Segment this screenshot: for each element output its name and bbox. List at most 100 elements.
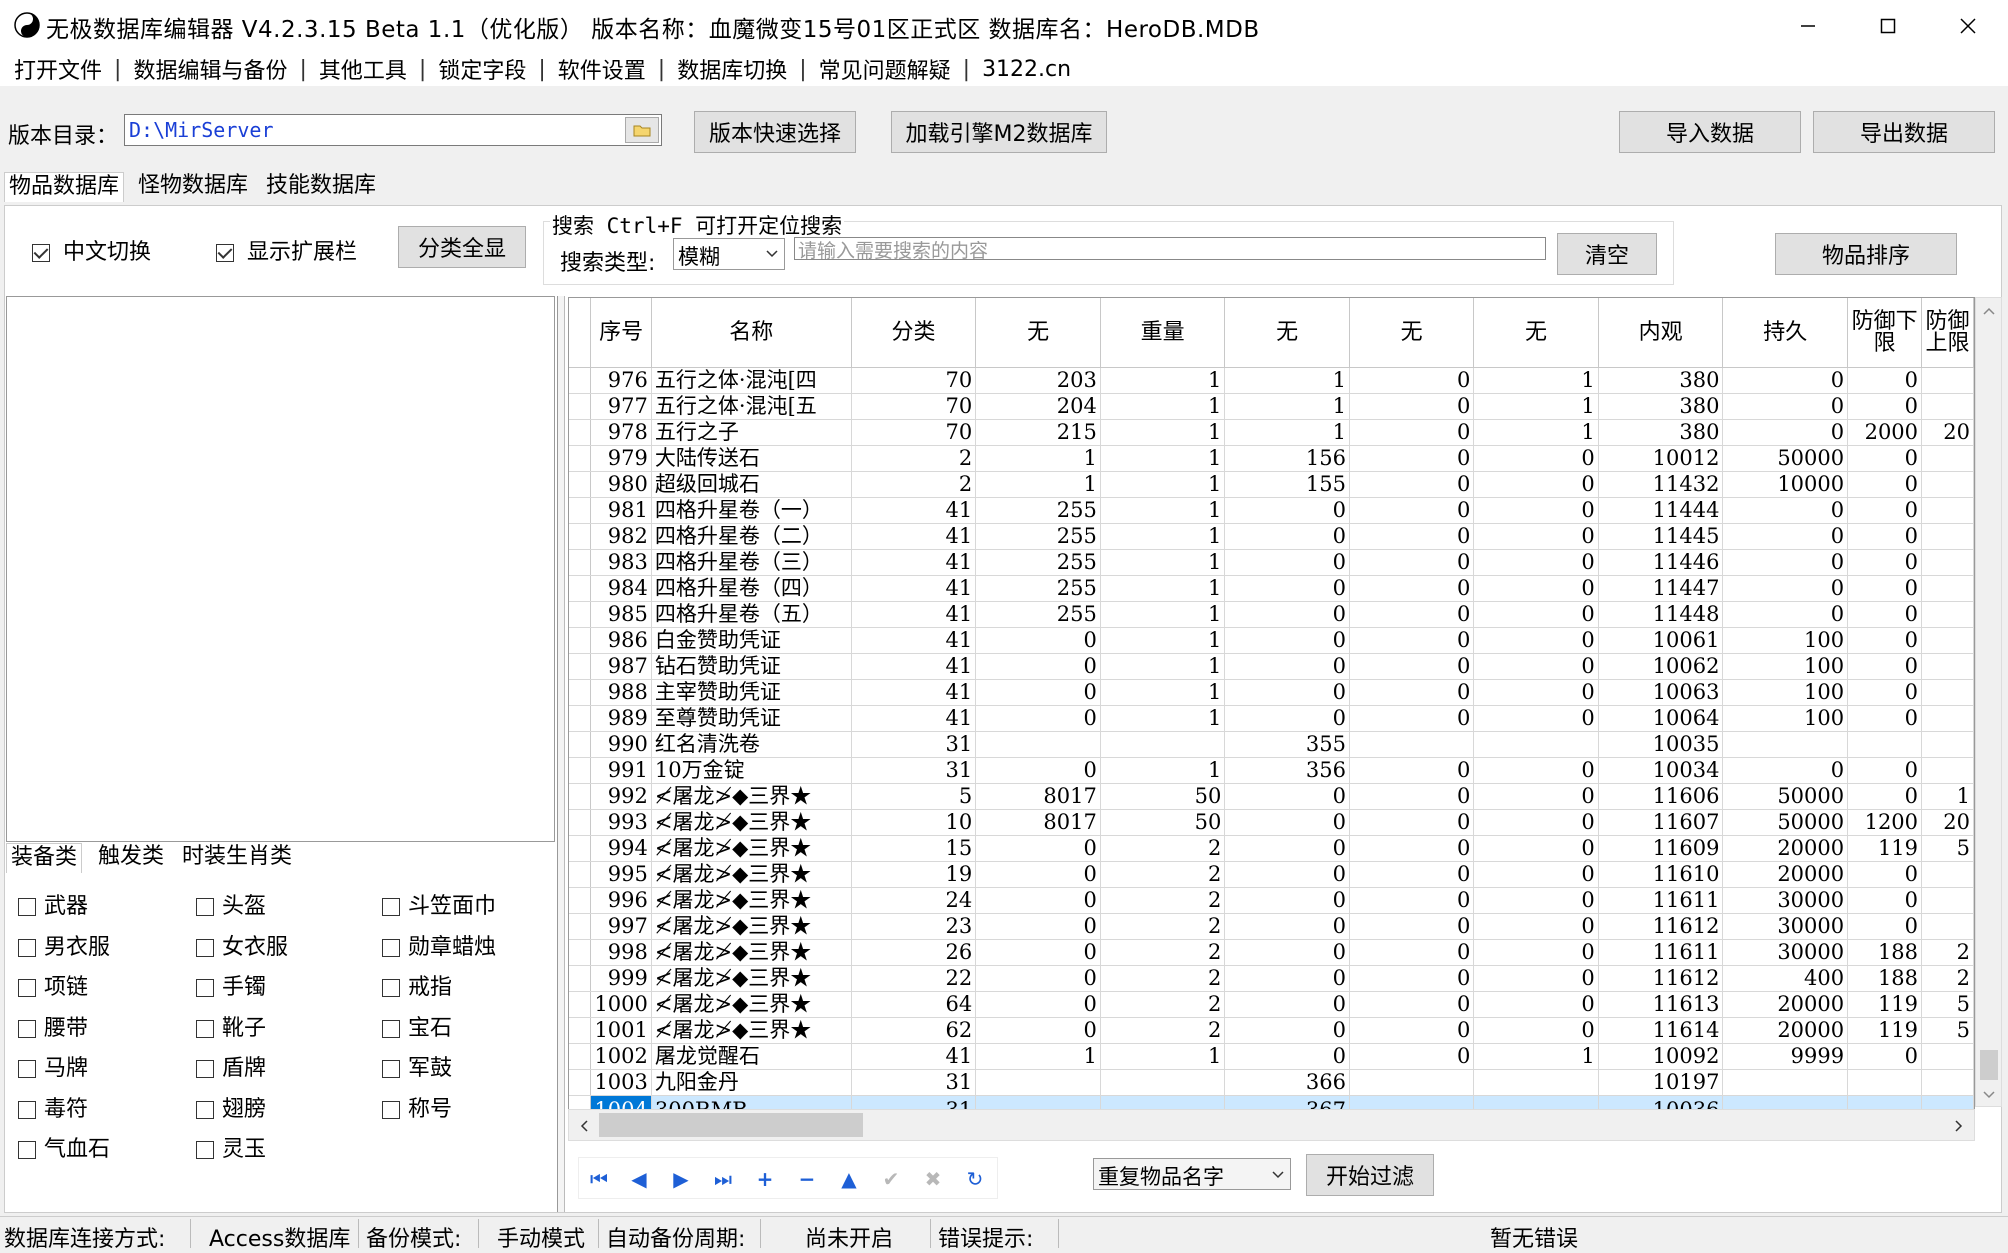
- table-cell[interactable]: 204: [975, 393, 1101, 420]
- table-cell[interactable]: 0: [975, 887, 1101, 914]
- table-cell[interactable]: 100: [1722, 705, 1849, 732]
- table-cell[interactable]: 356: [1224, 757, 1350, 784]
- cell-id[interactable]: 989: [590, 705, 652, 732]
- column-header[interactable]: 序号: [590, 298, 652, 368]
- table-cell[interactable]: 2: [1100, 965, 1226, 992]
- table-cell[interactable]: 0: [1722, 393, 1849, 420]
- table-row[interactable]: 1000 ≮屠龙≯◆三界★ 64 0 2 0 0 0 11613 20000 119 5: [569, 991, 1974, 1018]
- table-cell[interactable]: 50: [1100, 783, 1226, 810]
- cell-name[interactable]: 主宰赞助凭证: [651, 679, 852, 706]
- chinese-toggle[interactable]: 中文切换: [32, 234, 151, 266]
- table-cell[interactable]: 41: [851, 653, 977, 680]
- column-header[interactable]: 分类: [851, 298, 977, 368]
- table-cell[interactable]: 10000: [1722, 471, 1849, 498]
- category-checkbox-item[interactable]: 武器: [18, 888, 88, 920]
- row-indicator[interactable]: [569, 731, 592, 758]
- table-cell[interactable]: 0: [1847, 1043, 1923, 1070]
- table-cell[interactable]: 41: [851, 601, 977, 628]
- table-cell[interactable]: 0: [1473, 887, 1599, 914]
- category-checkbox[interactable]: [382, 938, 400, 957]
- category-checkbox-item[interactable]: 翅膀: [196, 1091, 266, 1123]
- table-cell[interactable]: [1847, 731, 1923, 758]
- row-indicator[interactable]: [569, 757, 592, 784]
- cell-name[interactable]: 五行之体·混沌[四: [651, 367, 852, 394]
- table-cell[interactable]: 0: [1847, 887, 1923, 914]
- tab-monster-db[interactable]: 怪物数据库: [134, 172, 252, 202]
- table-cell[interactable]: 41: [851, 523, 977, 550]
- table-cell[interactable]: 41: [851, 575, 977, 602]
- cell-id[interactable]: 985: [590, 601, 652, 628]
- category-checkbox[interactable]: [382, 1060, 400, 1078]
- table-cell[interactable]: 70: [851, 393, 977, 420]
- cell-name[interactable]: ≮屠龙≯◆三界★: [651, 913, 852, 940]
- cell-id[interactable]: 976: [590, 367, 652, 394]
- table-cell[interactable]: 1: [1100, 549, 1226, 576]
- table-cell[interactable]: [1921, 679, 1974, 706]
- cell-id[interactable]: 994: [590, 835, 652, 862]
- column-header[interactable]: 防御上限: [1921, 298, 1974, 368]
- category-checkbox-item[interactable]: 称号: [382, 1091, 452, 1123]
- table-row[interactable]: 976 五行之体·混沌[四 70 203 1 1 0 1 380 0 0: [569, 367, 1974, 394]
- table-cell[interactable]: [1921, 913, 1974, 940]
- row-indicator[interactable]: [569, 965, 592, 992]
- table-cell[interactable]: 0: [1847, 471, 1923, 498]
- table-cell[interactable]: [975, 1069, 1101, 1096]
- chinese-toggle-checkbox[interactable]: [32, 244, 50, 262]
- table-cell[interactable]: 0: [1722, 601, 1849, 628]
- table-cell[interactable]: 0: [1473, 601, 1599, 628]
- row-indicator[interactable]: [569, 1017, 592, 1044]
- table-cell[interactable]: 0: [1349, 419, 1475, 446]
- table-cell[interactable]: 11611: [1598, 939, 1724, 966]
- row-indicator[interactable]: [569, 419, 592, 446]
- table-cell[interactable]: 0: [1847, 393, 1923, 420]
- table-cell[interactable]: 0: [1473, 705, 1599, 732]
- edit-record-icon[interactable]: ▲: [831, 1161, 867, 1197]
- table-cell[interactable]: 2: [1100, 861, 1226, 888]
- cell-name[interactable]: 10万金锭: [651, 757, 852, 784]
- cell-id[interactable]: 982: [590, 523, 652, 550]
- row-indicator[interactable]: [569, 653, 592, 680]
- tab-fashion-zodiac[interactable]: 时装生肖类: [178, 843, 296, 873]
- cell-name[interactable]: ≮屠龙≯◆三界★: [651, 809, 852, 836]
- table-cell[interactable]: 119: [1847, 991, 1923, 1018]
- table-cell[interactable]: 2: [1100, 887, 1226, 914]
- table-cell[interactable]: 400: [1722, 965, 1849, 992]
- table-cell[interactable]: 20000: [1722, 835, 1849, 862]
- table-row[interactable]: 984 四格升星卷（四） 41 255 1 0 0 0 11447 0 0: [569, 575, 1974, 602]
- cell-name[interactable]: 九阳金丹: [651, 1069, 852, 1096]
- table-cell[interactable]: 0: [975, 861, 1101, 888]
- table-cell[interactable]: 1: [1473, 367, 1599, 394]
- row-indicator[interactable]: [569, 1043, 592, 1070]
- table-cell[interactable]: 0: [1224, 783, 1350, 810]
- cell-id[interactable]: 1003: [590, 1069, 652, 1096]
- category-checkbox-item[interactable]: 勋章蜡烛: [382, 929, 496, 961]
- table-cell[interactable]: 1: [1224, 419, 1350, 446]
- table-cell[interactable]: 0: [1349, 549, 1475, 576]
- cell-name[interactable]: 白金赞助凭证: [651, 627, 852, 654]
- row-indicator[interactable]: [569, 367, 592, 394]
- table-cell[interactable]: 0: [1847, 913, 1923, 940]
- table-cell[interactable]: 10197: [1598, 1069, 1724, 1096]
- cell-name[interactable]: 大陆传送石: [651, 445, 852, 472]
- vertical-scrollbar[interactable]: [1975, 297, 2002, 1107]
- table-cell[interactable]: 255: [975, 549, 1101, 576]
- table-row[interactable]: 992 ≮屠龙≯◆三界★ 5 8017 50 0 0 0 11606 50000 0 1: [569, 783, 1974, 810]
- table-row[interactable]: 986 白金赞助凭证 41 0 1 0 0 0 10061 100 0: [569, 627, 1974, 654]
- table-cell[interactable]: 11448: [1598, 601, 1724, 628]
- table-cell[interactable]: 62: [851, 1017, 977, 1044]
- table-cell[interactable]: 11432: [1598, 471, 1724, 498]
- cell-id[interactable]: 998: [590, 939, 652, 966]
- table-cell[interactable]: 10063: [1598, 679, 1724, 706]
- table-cell[interactable]: 5: [1921, 991, 1974, 1018]
- row-indicator[interactable]: [569, 705, 592, 732]
- add-record-icon[interactable]: +: [747, 1161, 783, 1197]
- show-ext-toggle[interactable]: 显示扩展栏: [216, 234, 357, 266]
- table-cell[interactable]: 0: [1722, 523, 1849, 550]
- category-checkbox[interactable]: [196, 898, 214, 916]
- table-cell[interactable]: 215: [975, 419, 1101, 446]
- table-cell[interactable]: 0: [1349, 523, 1475, 550]
- row-indicator[interactable]: [569, 445, 592, 472]
- row-indicator[interactable]: [569, 601, 592, 628]
- table-cell[interactable]: 8017: [975, 783, 1101, 810]
- import-button[interactable]: 导入数据: [1619, 111, 1801, 153]
